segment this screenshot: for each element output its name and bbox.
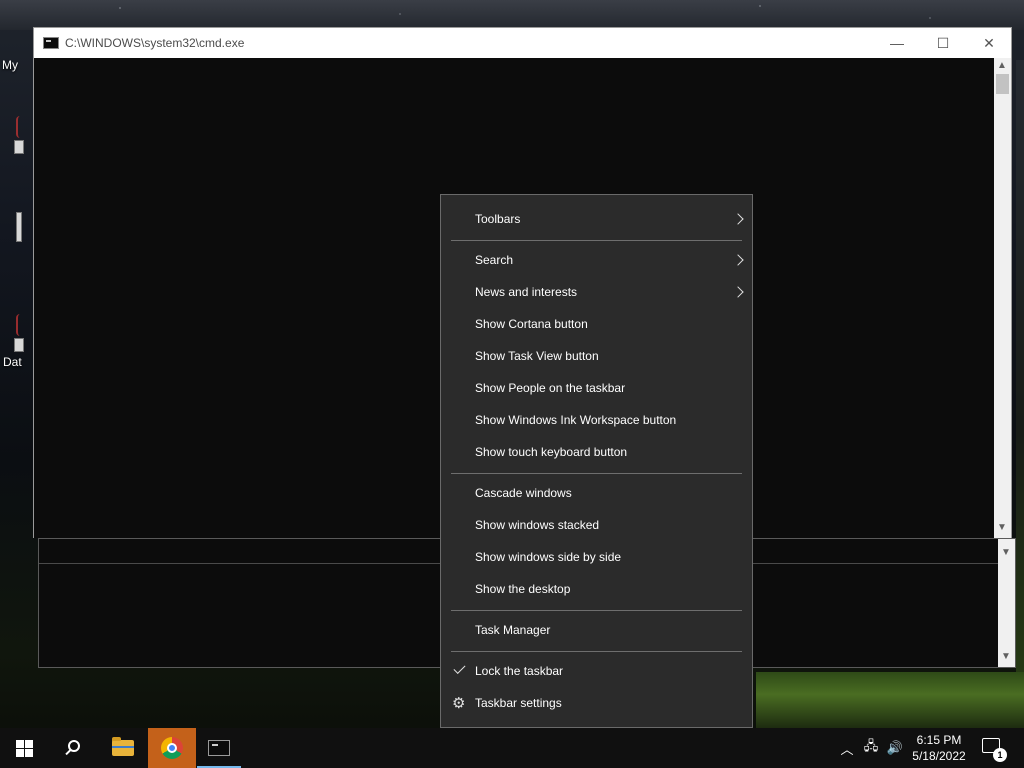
show-hidden-icons-chevron-icon[interactable]: ︿ <box>838 728 856 768</box>
close-button[interactable]: ✕ <box>966 28 1012 58</box>
menu-item-label: Show Cortana button <box>475 317 588 331</box>
gear-icon: ⚙ <box>452 694 466 712</box>
scroll-up-arrow-icon[interactable]: ▲ <box>997 60 1007 71</box>
wallpaper-strip <box>1016 60 1024 680</box>
menu-item-label: Show windows side by side <box>475 550 622 564</box>
clock-time: 6:15 PM <box>916 733 962 747</box>
menu-item-label: Show Task View button <box>475 349 599 363</box>
chrome-button[interactable] <box>148 728 196 768</box>
menu-item-label: Show touch keyboard button <box>475 445 628 459</box>
minimize-button[interactable]: — <box>874 28 920 58</box>
start-button[interactable] <box>0 728 48 768</box>
sky-background <box>0 0 1024 30</box>
submenu-arrow-icon <box>732 254 744 266</box>
menu-item-label: Taskbar settings <box>475 696 562 710</box>
console-icon <box>208 740 230 756</box>
maximize-button[interactable]: ☐ <box>920 28 966 58</box>
menu-item-search[interactable]: Search <box>441 244 752 276</box>
menu-item-label: Lock the taskbar <box>475 664 564 678</box>
menu-item-show-ink-workspace[interactable]: Show Windows Ink Workspace button <box>441 404 752 436</box>
desktop-icon-label[interactable]: Dat <box>3 355 22 369</box>
scroll-down-arrow-icon[interactable]: ▼ <box>1001 651 1011 662</box>
clock[interactable]: 6:15 PM 5/18/2022 <box>902 732 976 764</box>
menu-item-task-manager[interactable]: Task Manager <box>441 614 752 646</box>
menu-item-taskbar-settings[interactable]: ⚙ Taskbar settings <box>441 687 752 719</box>
file-explorer-button[interactable] <box>99 728 147 768</box>
search-button[interactable] <box>48 728 96 768</box>
clock-date: 5/18/2022 <box>912 749 966 763</box>
window-title: C:\WINDOWS\system32\cmd.exe <box>65 36 245 50</box>
menu-item-cascade-windows[interactable]: Cascade windows <box>441 477 752 509</box>
menu-item-show-the-desktop[interactable]: Show the desktop <box>441 573 752 605</box>
menu-item-lock-the-taskbar[interactable]: Lock the taskbar <box>441 655 752 687</box>
scroll-down-arrow-icon[interactable]: ▼ <box>997 522 1007 533</box>
desktop-icon-label[interactable]: My <box>2 58 18 72</box>
folder-icon <box>112 737 134 756</box>
menu-item-show-people[interactable]: Show People on the taskbar <box>441 372 752 404</box>
menu-separator <box>451 473 742 474</box>
menu-item-show-cortana-button[interactable]: Show Cortana button <box>441 308 752 340</box>
menu-separator <box>451 610 742 611</box>
menu-item-show-windows-side-by-side[interactable]: Show windows side by side <box>441 541 752 573</box>
menu-item-label: Show the desktop <box>475 582 571 596</box>
menu-item-show-task-view-button[interactable]: Show Task View button <box>441 340 752 372</box>
menu-item-label: Task Manager <box>475 623 551 637</box>
menu-separator <box>451 240 742 241</box>
taskbar[interactable]: ︿ 🖧 🔊 6:15 PM 5/18/2022 1 <box>0 728 1024 768</box>
menu-item-label: News and interests <box>475 285 578 299</box>
menu-item-news-and-interests[interactable]: News and interests <box>441 276 752 308</box>
checkmark-icon <box>453 661 466 675</box>
scroll-down-arrow-icon[interactable]: ▼ <box>1001 547 1011 558</box>
menu-item-show-windows-stacked[interactable]: Show windows stacked <box>441 509 752 541</box>
desktop-icon-decoration <box>16 116 24 138</box>
command-prompt-button[interactable] <box>197 728 241 768</box>
menu-item-toolbars[interactable]: Toolbars <box>441 203 752 235</box>
chrome-icon <box>161 737 183 759</box>
vertical-scrollbar[interactable]: ▲ ▼ <box>994 58 1011 538</box>
desktop-shortcut-icon[interactable] <box>14 140 24 154</box>
menu-item-label: Toolbars <box>475 212 521 226</box>
menu-item-label: Show Windows Ink Workspace button <box>475 413 677 427</box>
submenu-arrow-icon <box>732 286 744 298</box>
menu-item-label: Show People on the taskbar <box>475 381 626 395</box>
taskbar-context-menu: Toolbars Search News and interests Show … <box>440 194 753 728</box>
search-icon <box>68 740 80 752</box>
notification-count-badge: 1 <box>993 748 1007 762</box>
menu-item-label: Show windows stacked <box>475 518 600 532</box>
network-icon[interactable]: 🖧 <box>860 728 882 768</box>
title-bar[interactable]: C:\WINDOWS\system32\cmd.exe — ☐ ✕ <box>34 28 1011 58</box>
vertical-scrollbar[interactable]: ▼ ▼ <box>998 539 1015 667</box>
menu-separator <box>451 651 742 652</box>
desktop-icon-decoration <box>16 314 24 336</box>
wallpaper-grass <box>756 672 1024 728</box>
submenu-arrow-icon <box>732 213 744 225</box>
scrollbar-thumb[interactable] <box>996 74 1009 94</box>
menu-item-label: Search <box>475 253 514 267</box>
console-icon[interactable] <box>43 37 59 49</box>
windows-logo-icon <box>15 739 33 757</box>
menu-item-show-touch-keyboard[interactable]: Show touch keyboard button <box>441 436 752 468</box>
menu-item-label: Cascade windows <box>475 486 572 500</box>
desktop-shortcut-icon[interactable] <box>14 338 24 352</box>
desktop-shortcut-icon[interactable] <box>16 212 22 242</box>
